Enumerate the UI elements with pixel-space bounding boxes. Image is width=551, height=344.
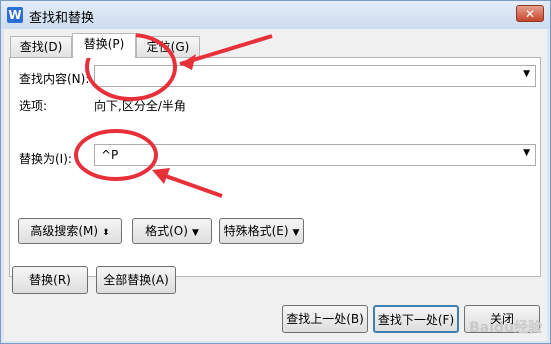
special-format-button[interactable]: 特殊格式(E) ▼: [219, 218, 304, 244]
find-what-combobox[interactable]: ▼: [94, 65, 536, 87]
find-what-label: 查找内容(N):: [19, 72, 90, 86]
format-label: 格式(O): [145, 224, 188, 238]
dropdown-arrow-icon: ▼: [523, 69, 530, 79]
find-replace-dialog: W 查找和替换 ✕ 查找(D) 替换(P) 定位(G) 查找内容(N): ▼ 选…: [0, 0, 551, 344]
find-previous-button[interactable]: 查找上一处(B): [282, 305, 368, 333]
double-chevron-icon: ⬍: [102, 228, 110, 238]
special-format-label: 特殊格式(E): [223, 224, 289, 238]
tab-replace[interactable]: 替换(P): [72, 33, 136, 58]
title-bar: W 查找和替换 ✕: [1, 1, 550, 29]
find-next-button[interactable]: 查找下一处(F): [373, 305, 459, 333]
replace-all-button[interactable]: 全部替换(A): [96, 266, 176, 294]
baidu-watermark: Baidu经验: [469, 320, 542, 336]
options-value: 向下,区分全/半角: [94, 99, 186, 113]
dropdown-arrow-icon: ▼: [292, 228, 300, 238]
dropdown-arrow-icon: ▼: [523, 148, 530, 158]
replace-with-label: 替换为(I):: [19, 152, 72, 166]
tab-goto[interactable]: 定位(G): [136, 36, 200, 57]
format-button[interactable]: 格式(O) ▼: [132, 218, 212, 244]
replace-with-combobox[interactable]: ^P ▼: [94, 144, 536, 166]
dialog-body: 查找(D) 替换(P) 定位(G) 查找内容(N): ▼ 选项: 向下,区分全/…: [4, 29, 547, 341]
window-title: 查找和替换: [29, 11, 95, 26]
wps-writer-icon: W: [7, 7, 23, 23]
advanced-search-button[interactable]: 高级搜索(M) ⬍: [18, 218, 122, 244]
options-label: 选项:: [19, 99, 48, 113]
replace-with-value: ^P: [101, 148, 119, 162]
dropdown-arrow-icon: ▼: [191, 228, 199, 238]
replace-panel: 查找内容(N): ▼ 选项: 向下,区分全/半角 替换为(I): ^P ▼ 高级…: [9, 57, 541, 277]
replace-button[interactable]: 替换(R): [12, 266, 88, 294]
close-window-button[interactable]: ✕: [516, 5, 544, 22]
advanced-search-label: 高级搜索(M): [30, 224, 99, 238]
tab-find[interactable]: 查找(D): [10, 36, 72, 57]
